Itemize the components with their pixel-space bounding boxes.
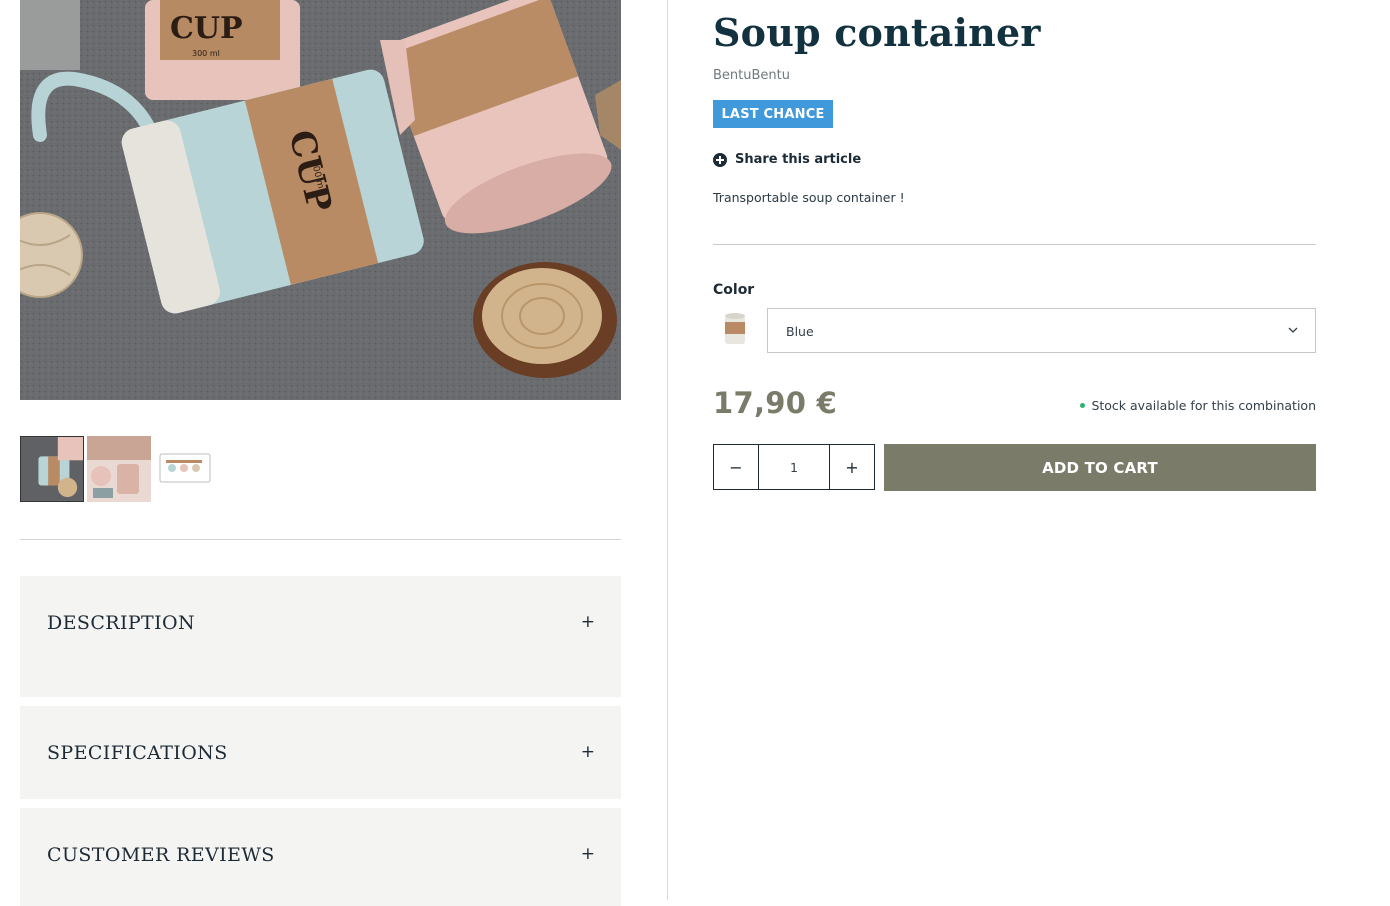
left-separator [20,539,621,540]
color-select[interactable]: Blue [767,308,1316,353]
color-select-value: Blue [786,324,814,339]
quantity-decrease-button[interactable]: − [714,445,759,489]
quantity-increase-button[interactable]: + [829,445,874,489]
product-title: Soup container [713,10,1041,55]
quantity-input[interactable] [759,445,829,489]
add-to-cart-button[interactable]: ADD TO CART [884,444,1316,491]
product-price: 17,90 € [713,386,838,420]
quantity-stepper: − + [713,444,875,490]
accordion-title: DESCRIPTION [47,612,196,634]
thumbnail-image [21,437,83,501]
last-chance-badge: LAST CHANCE [713,100,833,128]
accordion-description[interactable]: DESCRIPTION + [20,576,621,697]
variant-thumbnail [717,310,753,350]
short-description: Transportable soup container ! [713,190,905,205]
color-swatch[interactable] [717,310,753,350]
thumbnail-strip [20,436,218,502]
thumbnail-1[interactable] [20,436,84,502]
plus-icon[interactable]: + [581,844,595,864]
column-divider [667,0,668,900]
thumbnail-image [154,436,218,502]
plus-circle-icon [713,152,727,167]
stock-text: Stock available for this combination [1091,398,1316,413]
accordion-customer-reviews[interactable]: CUSTOMER REVIEWS + [20,808,621,906]
share-article-button[interactable]: Share this article [713,152,861,167]
product-main-image[interactable]: CUP 300 ml CUP 300 ml [20,0,621,400]
plus-icon[interactable]: + [581,612,595,632]
plus-icon[interactable]: + [581,742,595,762]
product-brand[interactable]: BentuBentu [713,68,790,83]
accordion-title: CUSTOMER REVIEWS [47,844,275,866]
share-label: Share this article [735,152,862,167]
color-label: Color [713,282,755,298]
thumbnail-3[interactable] [154,436,218,502]
stock-dot-icon [1080,403,1086,408]
right-separator [713,244,1316,245]
stock-status: Stock available for this combination [1080,398,1316,413]
thumbnail-image [87,436,151,502]
chevron-down-icon [1288,327,1298,333]
cup-text-1: CUP [170,11,243,46]
product-photo: CUP 300 ml CUP 300 ml [20,0,621,400]
thumbnail-2[interactable] [87,436,151,502]
accordion-specifications[interactable]: SPECIFICATIONS + [20,706,621,799]
capacity-text-1: 300 ml [192,49,220,58]
accordion-title: SPECIFICATIONS [47,742,228,764]
